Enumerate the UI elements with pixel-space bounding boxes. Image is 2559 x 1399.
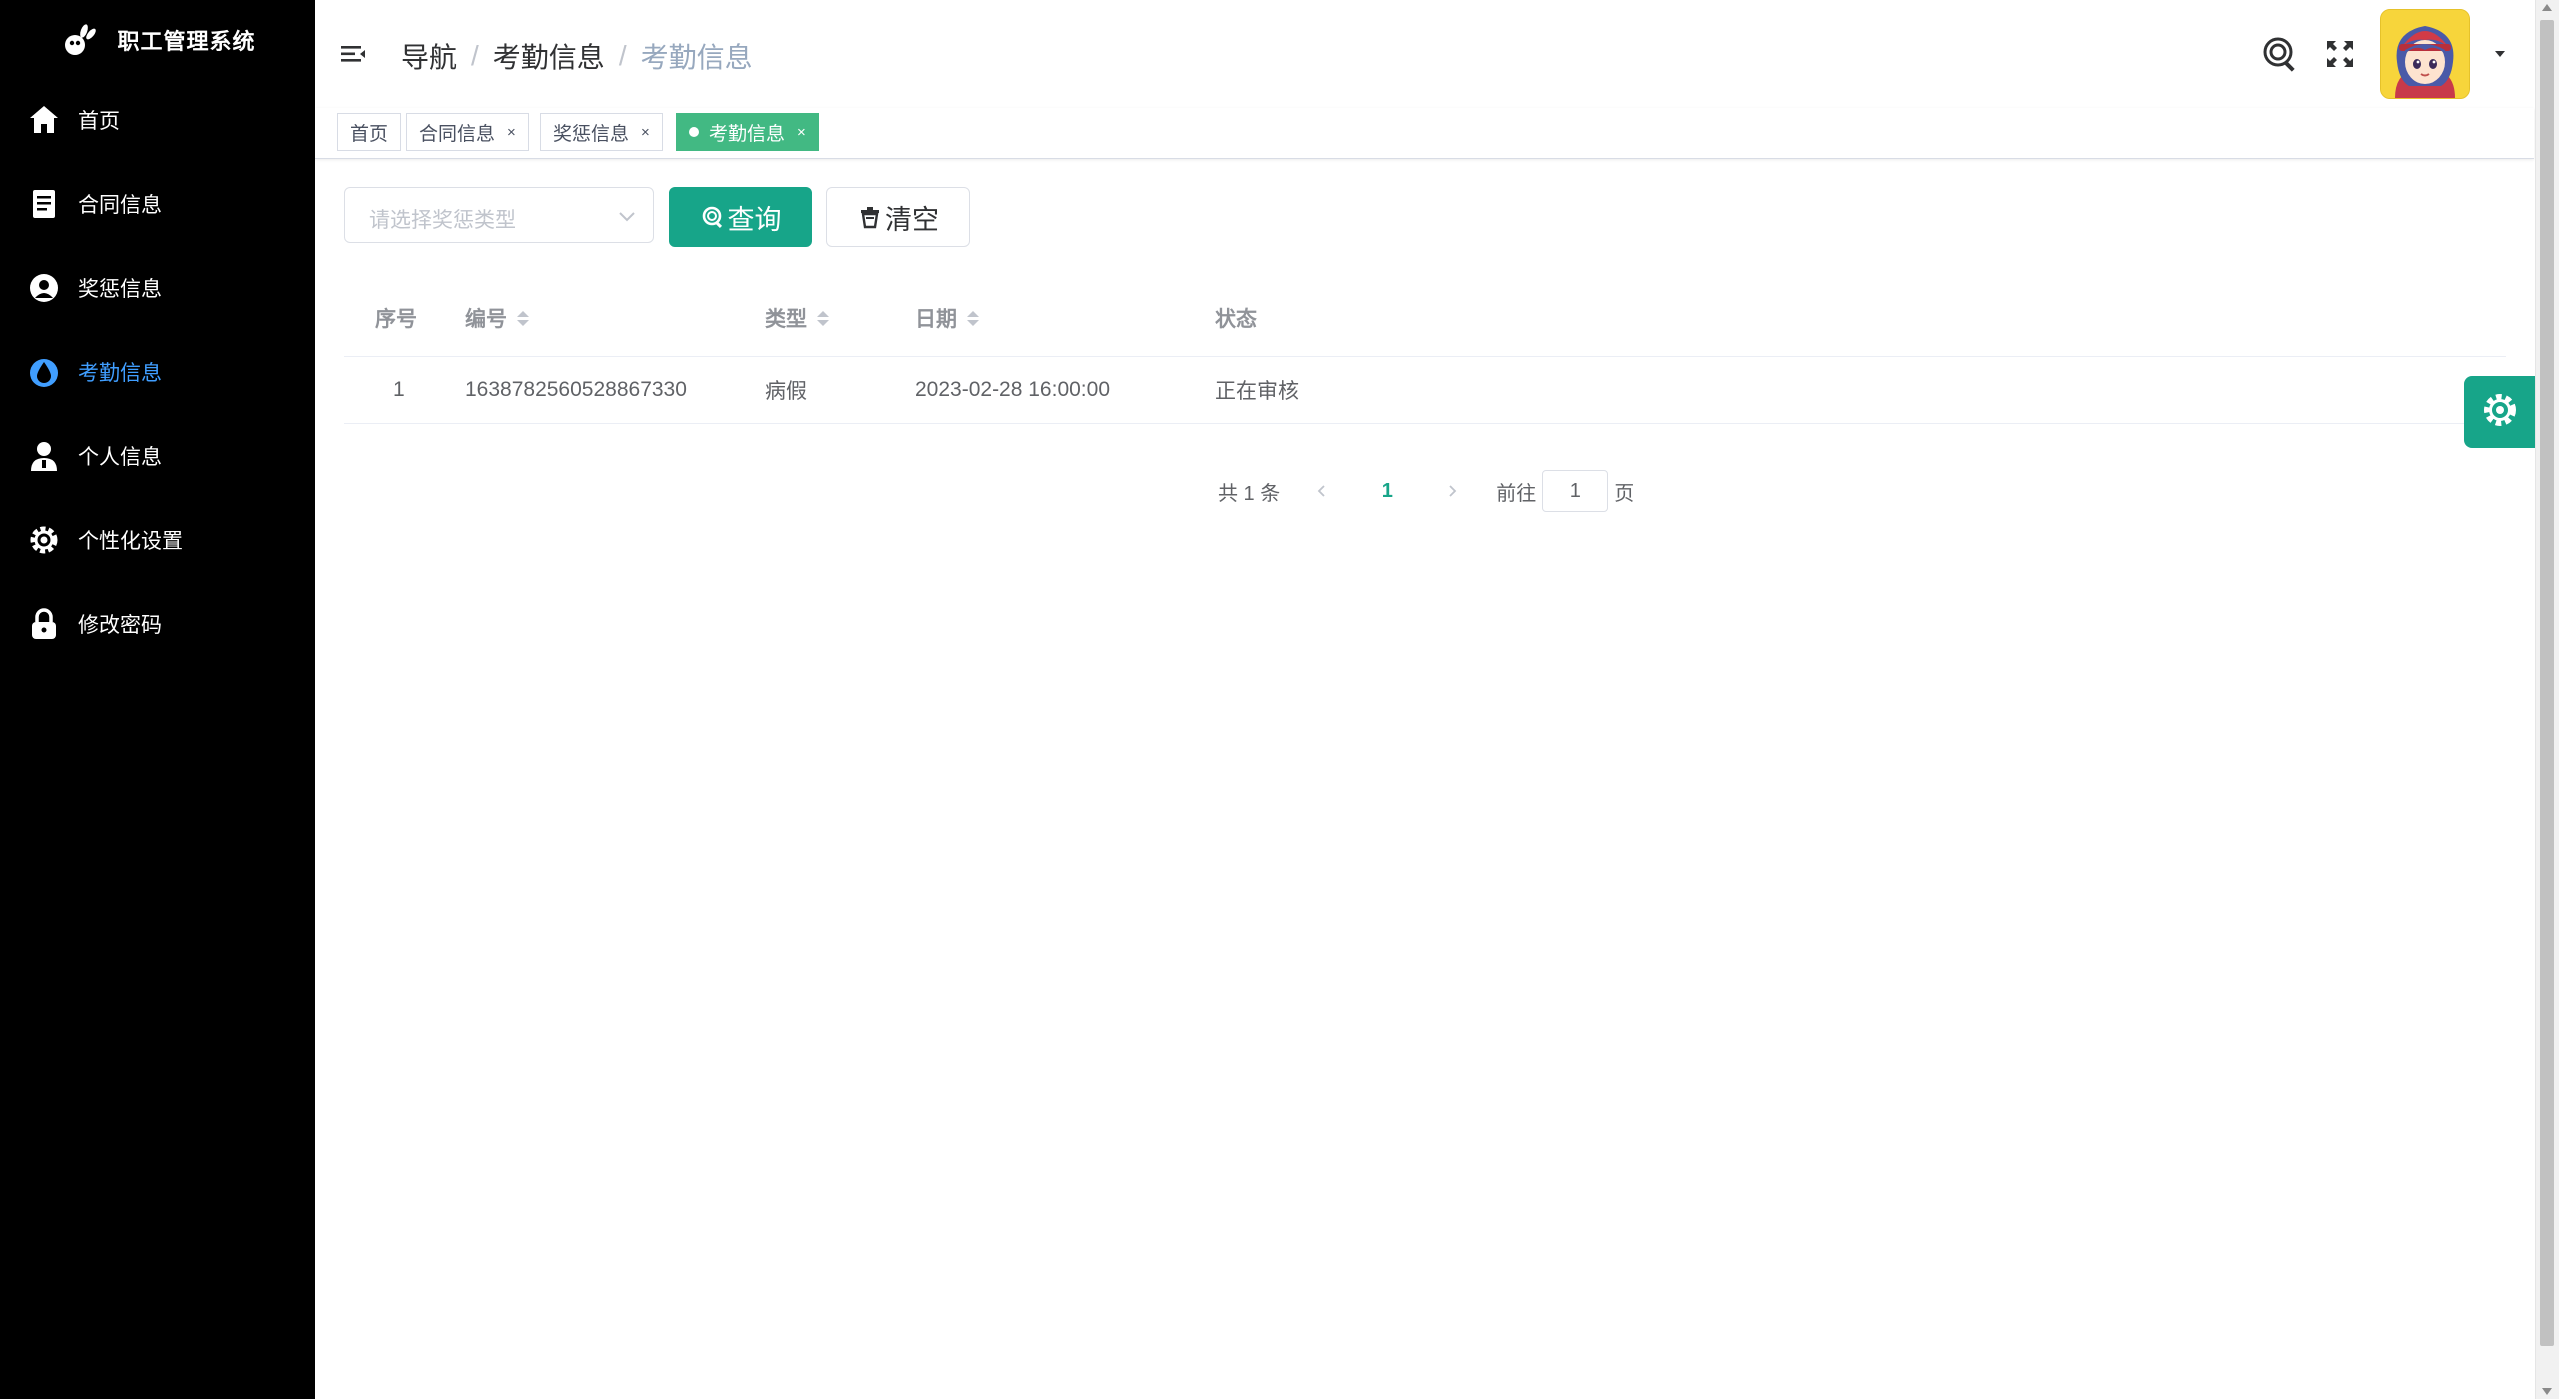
close-icon[interactable]: × [641, 124, 650, 141]
scrollbar-thumb[interactable] [2540, 20, 2554, 1346]
tag-label: 首页 [350, 123, 389, 145]
rabbit-logo-icon [59, 20, 99, 60]
table-header: 序号 编号 类型 日期 状态 [344, 280, 2506, 357]
search-icon[interactable] [2260, 34, 2300, 74]
prev-page-icon[interactable] [1304, 473, 1340, 509]
next-page-icon[interactable] [1434, 473, 1470, 509]
column-header-type[interactable]: 类型 [765, 280, 829, 356]
goto-page-input[interactable] [1542, 470, 1609, 512]
caret-down-icon[interactable] [2490, 44, 2510, 64]
brand: 职工管理系统 [0, 14, 315, 66]
table-row[interactable]: 1 1638782560528867330 病假 2023-02-28 16:0… [344, 357, 2506, 424]
chevron-down-icon [617, 206, 637, 226]
header-actions [2260, 8, 2510, 100]
trash-icon [857, 204, 883, 230]
column-header-number[interactable]: 编号 [465, 280, 529, 356]
breadcrumb-separator: / [471, 40, 479, 71]
sort-icon[interactable] [817, 310, 829, 326]
select-placeholder: 请选择奖惩类型 [369, 209, 516, 232]
sidebar-item-rewards[interactable]: 奖惩信息 [0, 246, 315, 330]
cell-type: 病假 [765, 380, 807, 403]
sidebar-item-label: 合同信息 [78, 194, 162, 217]
tag-attendance[interactable]: 考勤信息 × [676, 113, 819, 151]
breadcrumb: 导航 / 考勤信息 / 考勤信息 [401, 36, 753, 76]
sidebar-item-label: 考勤信息 [78, 362, 162, 385]
document-icon [26, 186, 62, 222]
avatar[interactable] [2380, 9, 2470, 99]
goto-label: 前往 [1496, 482, 1537, 505]
tag-label: 奖惩信息 [553, 123, 630, 145]
theme-settings-button[interactable] [2464, 376, 2536, 448]
sort-icon[interactable] [967, 310, 979, 326]
cell-date: 2023-02-28 16:00:00 [915, 378, 1110, 401]
tag-rewards[interactable]: 奖惩信息 × [540, 113, 663, 151]
cell-index: 1 [393, 378, 405, 401]
scroll-up-icon[interactable] [2542, 4, 2552, 11]
gear-icon [26, 522, 62, 558]
breadcrumb-item: 导航 [401, 42, 458, 73]
sidebar-item-label: 个人信息 [78, 446, 162, 469]
pagination: 共 1 条 1 前往 页 [1218, 470, 1634, 512]
tag-label: 考勤信息 [709, 123, 786, 145]
attendance-table: 序号 编号 类型 日期 状态 1 1638782560528867330 病假 … [344, 280, 2506, 424]
drop-icon [26, 354, 62, 390]
close-icon[interactable]: × [507, 124, 516, 141]
sidebar-menu: 首页 合同信息 奖惩信息 考勤信息 个人信息 个性化设置 修改密码 [0, 78, 315, 666]
sort-icon[interactable] [517, 310, 529, 326]
column-header-status: 状态 [1215, 308, 1257, 331]
breadcrumb-current: 考勤信息 [640, 42, 753, 73]
top-header: 导航 / 考勤信息 / 考勤信息 [315, 0, 2534, 109]
sidebar-item-label: 修改密码 [78, 614, 162, 637]
lock-icon [26, 606, 62, 642]
page-number[interactable]: 1 [1362, 473, 1412, 509]
reward-type-select[interactable]: 请选择奖惩类型 [344, 187, 654, 243]
award-icon [26, 270, 62, 306]
query-button-label: 查询 [727, 204, 782, 235]
sidebar-item-attendance[interactable]: 考勤信息 [0, 330, 315, 414]
close-icon[interactable]: × [797, 124, 806, 141]
clear-button[interactable]: 清空 [826, 187, 970, 247]
sidebar-item-personalize[interactable]: 个性化设置 [0, 498, 315, 582]
menu-toggle-icon[interactable] [339, 40, 369, 70]
gear-icon [2480, 390, 2520, 435]
tag-home[interactable]: 首页 [337, 113, 402, 151]
active-dot-icon [689, 127, 699, 137]
query-button[interactable]: 查询 [669, 187, 812, 247]
sidebar-item-label: 个性化设置 [78, 530, 183, 553]
sidebar-item-profile[interactable]: 个人信息 [0, 414, 315, 498]
tag-label: 合同信息 [419, 123, 496, 145]
breadcrumb-item[interactable]: 考勤信息 [493, 36, 605, 76]
sidebar-item-contract[interactable]: 合同信息 [0, 162, 315, 246]
scroll-down-icon[interactable] [2542, 1388, 2552, 1395]
vertical-scrollbar[interactable] [2535, 0, 2559, 1399]
fullscreen-icon[interactable] [2320, 34, 2360, 74]
sidebar: 职工管理系统 首页 合同信息 奖惩信息 考勤信息 个人信息 个性化设置 修改密码 [0, 0, 315, 1399]
app-title: 职工管理系统 [117, 29, 256, 54]
sidebar-item-label: 首页 [78, 110, 120, 133]
tag-contract[interactable]: 合同信息 × [406, 113, 529, 151]
home-icon [26, 102, 62, 138]
clear-button-label: 清空 [885, 204, 939, 235]
column-header-date[interactable]: 日期 [915, 280, 979, 356]
breadcrumb-separator: / [618, 40, 627, 71]
sidebar-item-label: 奖惩信息 [78, 278, 162, 301]
user-icon [26, 438, 62, 474]
cell-number: 1638782560528867330 [465, 378, 687, 401]
goto-suffix: 页 [1614, 482, 1635, 505]
column-header-index: 序号 [375, 308, 417, 331]
search-icon [700, 204, 726, 230]
sidebar-item-home[interactable]: 首页 [0, 78, 315, 162]
sidebar-item-password[interactable]: 修改密码 [0, 582, 315, 666]
pagination-total: 共 1 条 [1218, 482, 1281, 505]
cell-status: 正在审核 [1215, 380, 1299, 403]
tags-view: 首页 合同信息 × 奖惩信息 × 考勤信息 × [315, 108, 2534, 159]
